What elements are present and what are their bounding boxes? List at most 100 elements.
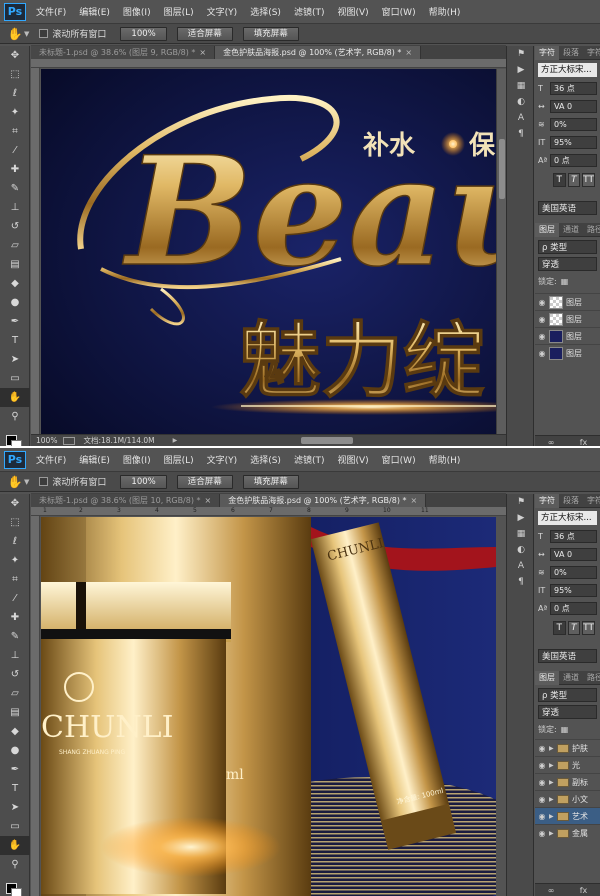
horizontal-scroll-thumb[interactable]	[301, 437, 353, 444]
expand-arrow-icon[interactable]: ▶	[549, 796, 557, 803]
swatches-panel-icon[interactable]: ▦	[507, 526, 535, 542]
eye-icon[interactable]: ◉	[535, 812, 549, 821]
healing-tool-icon[interactable]: ✚	[0, 608, 30, 627]
close-icon[interactable]: ×	[199, 48, 206, 57]
history-panel-icon[interactable]: ⚑	[507, 494, 535, 510]
blend-mode-select[interactable]: 穿透	[538, 257, 597, 271]
faux-bold-button[interactable]: T	[553, 173, 566, 187]
path-select-tool-icon[interactable]: ➤	[0, 798, 30, 817]
tracking-field[interactable]: 0%	[550, 117, 597, 131]
crop-tool-icon[interactable]: ⌗	[0, 570, 30, 589]
tab-character-styles[interactable]: 字符样	[583, 494, 600, 508]
tab-poster[interactable]: 金色护肤品海报.psd @ 100% (艺术字, RGB/8) * ×	[215, 46, 422, 59]
font-size-field[interactable]: 36 点	[550, 81, 597, 95]
stamp-tool-icon[interactable]: ⊥	[0, 646, 30, 665]
magic-wand-tool-icon[interactable]: ✦	[0, 551, 30, 570]
blur-tool-icon[interactable]: ◆	[0, 274, 30, 293]
tab-poster[interactable]: 金色护肤品海报.psd @ 100% (艺术字, RGB/8) * ×	[220, 494, 427, 507]
layer-group-row[interactable]: ◉ ▶ 护肤	[535, 739, 600, 756]
all-caps-button[interactable]: TT	[582, 621, 595, 635]
adjustments-panel-icon[interactable]: ◐	[507, 542, 535, 558]
stamp-tool-icon[interactable]: ⊥	[0, 198, 30, 217]
tab-paths[interactable]: 路径	[583, 671, 600, 685]
kerning-field[interactable]: VA 0	[550, 99, 597, 113]
eye-icon[interactable]: ◉	[535, 744, 549, 753]
font-family-field[interactable]: 方正大标宋...	[538, 63, 597, 77]
lasso-tool-icon[interactable]: ℓ	[0, 532, 30, 551]
scroll-all-checkbox[interactable]	[39, 477, 49, 486]
lock-transparency-icon[interactable]: ▦	[561, 725, 569, 734]
fill-screen-button[interactable]: 填充屏幕	[242, 474, 299, 489]
zoom-100-button[interactable]: 100%	[120, 474, 167, 489]
fit-screen-button[interactable]: 适合屏幕	[176, 26, 233, 41]
baseline-shift-field[interactable]: 0 点	[550, 601, 597, 615]
layer-row[interactable]: ◉ 图层	[535, 293, 600, 310]
tracking-field[interactable]: 0%	[550, 565, 597, 579]
tab-paragraph[interactable]: 段落	[559, 494, 583, 508]
layer-row[interactable]: ◉ 图层	[535, 344, 600, 361]
healing-tool-icon[interactable]: ✚	[0, 160, 30, 179]
eraser-tool-icon[interactable]: ▱	[0, 236, 30, 255]
crop-tool-icon[interactable]: ⌗	[0, 122, 30, 141]
tool-preset-arrow-icon[interactable]: ▼	[24, 478, 29, 486]
brush-tool-icon[interactable]: ✎	[0, 627, 30, 646]
actions-panel-icon[interactable]: ▶	[507, 62, 535, 78]
menu-help[interactable]: 帮助(H)	[429, 453, 461, 466]
vertical-scrollbar[interactable]	[496, 69, 506, 434]
shape-tool-icon[interactable]: ▭	[0, 369, 30, 388]
close-icon[interactable]: ×	[405, 48, 412, 57]
vertical-scale-field[interactable]: 95%	[550, 135, 597, 149]
close-icon[interactable]: ×	[205, 496, 212, 505]
magic-wand-tool-icon[interactable]: ✦	[0, 103, 30, 122]
canvas[interactable]: Beau 补水 保 魅力绽	[41, 69, 496, 434]
hand-tool-icon[interactable]: ✋	[6, 474, 24, 490]
kerning-field[interactable]: VA 0	[550, 547, 597, 561]
tab-character-styles[interactable]: 字符样	[583, 46, 600, 60]
history-brush-tool-icon[interactable]: ↺	[0, 665, 30, 684]
blur-tool-icon[interactable]: ◆	[0, 722, 30, 741]
zoom-tool-icon[interactable]: ⚲	[0, 855, 30, 874]
layer-row[interactable]: ◉ 图层	[535, 327, 600, 344]
faux-italic-button[interactable]: T	[567, 621, 581, 635]
eye-icon[interactable]: ◉	[535, 332, 549, 341]
swatches-panel-icon[interactable]: ▦	[507, 78, 535, 94]
menu-type[interactable]: 文字(Y)	[207, 453, 238, 466]
layer-row[interactable]: ◉ 图层	[535, 310, 600, 327]
path-select-tool-icon[interactable]: ➤	[0, 350, 30, 369]
eye-icon[interactable]: ◉	[535, 795, 549, 804]
menu-window[interactable]: 窗口(W)	[382, 5, 416, 18]
language-select[interactable]: 美国英语	[538, 649, 597, 663]
status-menu-arrow-icon[interactable]: ▶	[173, 437, 178, 444]
expand-arrow-icon[interactable]: ▶	[549, 762, 557, 769]
paragraph-panel-icon[interactable]: ¶	[507, 126, 535, 142]
language-select[interactable]: 美国英语	[538, 201, 597, 215]
paragraph-panel-icon[interactable]: ¶	[507, 574, 535, 590]
adjustments-panel-icon[interactable]: ◐	[507, 94, 535, 110]
tab-layers[interactable]: 图层	[535, 222, 559, 237]
expand-arrow-icon[interactable]: ▶	[549, 779, 557, 786]
character-panel-icon[interactable]: A	[507, 558, 535, 574]
menu-window[interactable]: 窗口(W)	[382, 453, 416, 466]
type-tool-icon[interactable]: T	[0, 779, 30, 798]
pen-tool-icon[interactable]: ✒	[0, 312, 30, 331]
tab-untitled[interactable]: 未标题-1.psd @ 38.6% (图层 9, RGB/8) * ×	[31, 46, 216, 59]
eye-icon[interactable]: ◉	[535, 298, 549, 307]
marquee-tool-icon[interactable]: ⬚	[0, 513, 30, 532]
layer-group-row-selected[interactable]: ◉ ▶ 艺术	[535, 807, 600, 824]
faux-bold-button[interactable]: T	[553, 621, 566, 635]
menu-view[interactable]: 视图(V)	[337, 5, 368, 18]
tab-character[interactable]: 字符	[535, 46, 559, 60]
status-zoom[interactable]: 100%	[36, 436, 57, 445]
menu-edit[interactable]: 编辑(E)	[79, 453, 110, 466]
tab-paragraph[interactable]: 段落	[559, 46, 583, 60]
layer-group-row[interactable]: ◉ ▶ 小文	[535, 790, 600, 807]
pen-tool-icon[interactable]: ✒	[0, 760, 30, 779]
eyedropper-tool-icon[interactable]: ⁄	[0, 141, 30, 160]
tab-character[interactable]: 字符	[535, 494, 559, 508]
close-icon[interactable]: ×	[411, 496, 418, 505]
menu-layer[interactable]: 图层(L)	[164, 453, 194, 466]
layer-group-row[interactable]: ◉ ▶ 副标	[535, 773, 600, 790]
type-tool-icon[interactable]: T	[0, 331, 30, 350]
background-color-swatch[interactable]	[11, 888, 22, 896]
character-panel-icon[interactable]: A	[507, 110, 535, 126]
